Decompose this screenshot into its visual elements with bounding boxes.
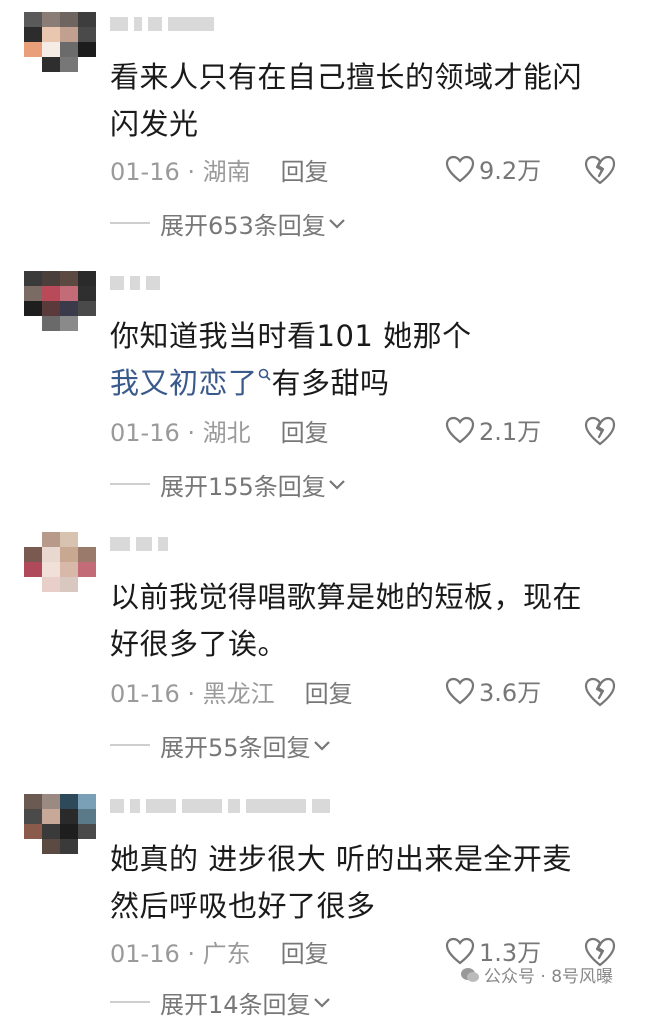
divider-line xyxy=(110,483,150,485)
username-blurred[interactable] xyxy=(110,794,380,818)
comment-date-location: 01-16 · 湖北 xyxy=(110,418,251,447)
like-button[interactable]: 9.2万 xyxy=(445,151,541,186)
like-button[interactable]: 2.1万 xyxy=(445,412,541,447)
like-count: 3.6万 xyxy=(479,679,542,707)
divider-line xyxy=(110,744,150,746)
comment-date-location: 01-16 · 广东 xyxy=(110,939,251,968)
comment-text-line: 然后呼吸也好了很多 xyxy=(110,889,376,923)
divider-line xyxy=(110,1001,150,1003)
chevron-down-icon xyxy=(313,741,330,751)
comment-text-line: 闪发光 xyxy=(110,107,199,141)
broken-heart-icon[interactable] xyxy=(583,153,617,187)
chevron-down-icon xyxy=(329,480,345,490)
reply-button[interactable]: 回复 xyxy=(281,152,329,187)
broken-heart-icon[interactable] xyxy=(583,675,617,709)
search-icon[interactable] xyxy=(258,368,272,382)
comment-date-location: 01-16 · 黑龙江 xyxy=(110,679,275,708)
username-blurred[interactable] xyxy=(110,12,250,36)
expand-replies-button[interactable]: 展开653条回复 xyxy=(110,205,348,241)
chevron-down-icon xyxy=(313,998,330,1008)
broken-heart-icon[interactable] xyxy=(583,414,617,448)
comment-text: 看来人只有在自己擅长的领域才能闪 闪发光 xyxy=(110,54,630,148)
chevron-down-icon xyxy=(329,219,345,229)
expand-replies-button[interactable]: 展开55条回复 xyxy=(110,727,333,763)
expand-replies-label: 展开155条回复 xyxy=(160,472,326,501)
comment-text-line: 你知道我当时看101 她那个 xyxy=(110,319,472,353)
comment-meta: 01-16 · 湖北 回复 xyxy=(110,410,630,450)
comment-item: 你知道我当时看101 她那个 我又初恋了 有多甜吗 01-16 · 湖北 回复 2… xyxy=(0,271,650,511)
avatar[interactable] xyxy=(24,271,96,331)
divider-line xyxy=(110,222,150,224)
expand-replies-label: 展开55条回复 xyxy=(160,733,311,762)
comment-text-line: 她真的 进步很大 听的出来是全开麦 xyxy=(110,842,572,876)
heart-outline-icon xyxy=(445,416,475,443)
comment-text: 以前我觉得唱歌算是她的短板，现在 好很多了诶。 xyxy=(110,574,630,668)
like-button[interactable]: 3.6万 xyxy=(445,673,541,708)
wechat-icon xyxy=(461,967,479,982)
avatar[interactable] xyxy=(24,12,96,72)
avatar[interactable] xyxy=(24,532,96,592)
heart-outline-icon xyxy=(445,677,475,704)
username-blurred[interactable] xyxy=(110,271,250,295)
expand-replies-label: 展开14条回复 xyxy=(160,990,311,1019)
comment-text-line: 好很多了诶。 xyxy=(110,627,288,661)
comment-date-location: 01-16 · 湖南 xyxy=(110,157,251,186)
reply-button[interactable]: 回复 xyxy=(281,413,329,448)
expand-replies-button[interactable]: 展开155条回复 xyxy=(110,466,348,502)
expand-replies-label: 展开653条回复 xyxy=(160,211,326,240)
avatar[interactable] xyxy=(24,794,96,854)
search-link[interactable]: 我又初恋了 xyxy=(110,366,258,400)
username-blurred[interactable] xyxy=(110,532,250,556)
heart-outline-icon xyxy=(445,937,475,964)
like-count: 9.2万 xyxy=(479,157,542,185)
comment-item: 看来人只有在自己擅长的领域才能闪 闪发光 01-16 · 湖南 回复 9.2万 … xyxy=(0,12,650,252)
comment-text: 你知道我当时看101 她那个 我又初恋了 有多甜吗 xyxy=(110,313,630,407)
comment-text-line: 以前我觉得唱歌算是她的短板，现在 xyxy=(110,580,583,614)
watermark: 公众号 · 8号风曝 xyxy=(460,962,613,987)
reply-button[interactable]: 回复 xyxy=(305,674,353,709)
comment-text-continuation: 有多甜吗 xyxy=(271,366,390,400)
comment-meta: 01-16 · 黑龙江 回复 xyxy=(110,671,630,711)
comment-text-line: 我又初恋了 有多甜吗 xyxy=(110,360,630,407)
comment-text: 她真的 进步很大 听的出来是全开麦 然后呼吸也好了很多 xyxy=(110,836,630,930)
reply-button[interactable]: 回复 xyxy=(281,934,329,969)
comment-item: 以前我觉得唱歌算是她的短板，现在 好很多了诶。 01-16 · 黑龙江 回复 3… xyxy=(0,532,650,772)
expand-replies-button[interactable]: 展开14条回复 xyxy=(110,984,333,1020)
like-count: 2.1万 xyxy=(479,418,542,446)
watermark-text: 公众号 · 8号风曝 xyxy=(484,967,614,987)
comment-text-line: 看来人只有在自己擅长的领域才能闪 xyxy=(110,60,583,94)
comment-meta: 01-16 · 湖南 回复 xyxy=(110,149,630,189)
heart-outline-icon xyxy=(445,155,475,182)
